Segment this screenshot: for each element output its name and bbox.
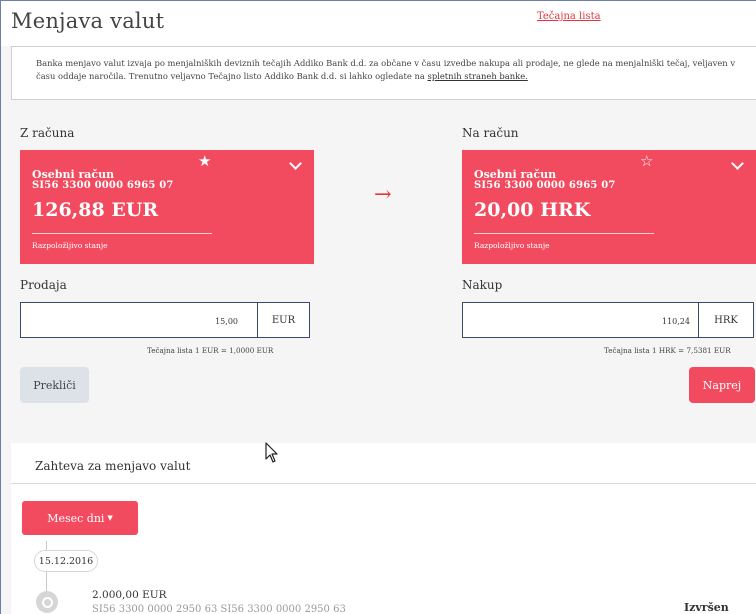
card-divider [474, 233, 654, 234]
bank-website-link[interactable]: spletnih straneh banke. [428, 71, 528, 81]
available-balance-label: Razpoložljivo stanje [32, 241, 108, 250]
period-filter-label: Mesec dni [47, 511, 105, 525]
star-outline-icon[interactable]: ☆ [640, 154, 653, 169]
chevron-down-icon[interactable] [731, 157, 744, 170]
page-title: Menjava valut [11, 9, 165, 33]
history-title: Zahteva za menjavo valut [35, 459, 191, 473]
timeline-line [46, 572, 47, 591]
buy-rate-note: Tečajna lista 1 HRK = 7,5381 EUR [604, 346, 731, 355]
account-balance: 126,88 EUR [32, 199, 159, 221]
arrow-right-icon: → [374, 182, 392, 206]
sell-amount-field[interactable]: 15,00 EUR [20, 302, 310, 338]
chevron-down-icon[interactable] [289, 157, 302, 170]
notice-text: Banka menjavo valut izvaja po menjalnišk… [36, 58, 736, 81]
mouse-cursor-icon [265, 442, 278, 463]
caret-down-icon: ▼ [107, 514, 113, 522]
transaction-status: Izvršen [684, 601, 729, 614]
account-balance: 20,00 HRK [474, 199, 591, 221]
date-pill: 15.12.2016 [34, 550, 98, 572]
header: Menjava valut Tečajna lista [1, 1, 756, 46]
transaction-status-icon [36, 591, 58, 613]
period-filter-button[interactable]: Mesec dni ▼ [22, 501, 138, 535]
from-account-label: Z računa [20, 126, 75, 140]
buy-currency: HRK [698, 303, 753, 337]
from-account-card[interactable]: Osebni račun SI56 3300 0000 6965 07 126,… [20, 150, 314, 264]
to-account-card[interactable]: Osebni račun SI56 3300 0000 6965 07 20,0… [462, 150, 756, 264]
card-divider [32, 233, 212, 234]
exchange-history-panel: Zahteva za menjavo valut Mesec dni ▼ 15.1… [11, 443, 756, 614]
buy-amount-value[interactable]: 110,24 [463, 317, 690, 326]
exchange-rates-link[interactable]: Tečajna lista [537, 11, 601, 22]
star-filled-icon[interactable]: ★ [198, 154, 211, 169]
cancel-button[interactable]: Prekliči [20, 367, 89, 403]
sell-label: Prodaja [20, 278, 67, 292]
sell-rate-note: Tečajna lista 1 EUR = 1,0000 EUR [147, 346, 274, 355]
sell-amount-value[interactable]: 15,00 [21, 317, 238, 326]
buy-amount-field[interactable]: 110,24 HRK [462, 302, 754, 338]
currency-exchange-page: Menjava valut Tečajna lista Banka menjav… [0, 0, 756, 614]
next-button[interactable]: Naprej [689, 367, 755, 403]
sell-currency: EUR [257, 303, 309, 337]
transaction-accounts: SI56 3300 0000 2950 63 SI56 3300 0000 29… [92, 604, 346, 614]
available-balance-label: Razpoložljivo stanje [474, 241, 550, 250]
history-divider [11, 483, 756, 484]
transaction-amount: 2.000,00 EUR [92, 589, 167, 601]
info-notice: Banka menjavo valut izvaja po menjalnišk… [11, 46, 756, 100]
account-iban: SI56 3300 0000 6965 07 [474, 180, 616, 191]
buy-label: Nakup [462, 278, 503, 292]
to-account-label: Na račun [462, 126, 519, 140]
account-iban: SI56 3300 0000 6965 07 [32, 180, 174, 191]
timeline-line [46, 541, 47, 550]
